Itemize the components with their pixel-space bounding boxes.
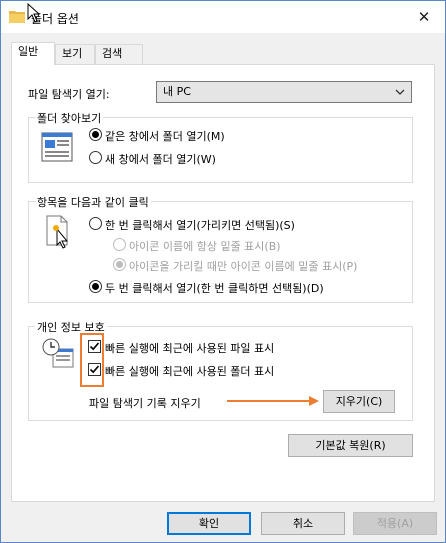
open-explorer-value: 내 PC <box>163 85 191 98</box>
annotation-arrow-icon <box>227 396 319 406</box>
folder-options-window: 폴더 옵션 ✕ 일반 보기 검색 파일 탐색기 열기: 내 PC 폴더 찾아보기 <box>0 0 446 543</box>
click-items-title: 항목을 다음과 같이 클릭 <box>35 194 151 210</box>
title-bar[interactable]: 폴더 옵션 ✕ <box>1 1 445 33</box>
underline-always-radio[interactable] <box>113 238 126 251</box>
browse-folders-group <box>28 117 413 183</box>
apply-button[interactable]: 적용(A) <box>353 512 437 535</box>
browse-folders-title: 폴더 찾아보기 <box>35 110 104 126</box>
recent-files-label: 빠른 실행에 최근에 사용된 파일 표시 <box>105 342 275 355</box>
checkbox-highlight-annotation <box>80 333 104 387</box>
underline-hover-label: 아이콘을 가리킬 때만 아이콘 이름에 밑줄 표시(P) <box>129 260 358 273</box>
open-explorer-label: 파일 탐색기 열기: <box>28 88 110 101</box>
new-window-radio[interactable] <box>89 151 102 164</box>
tab-search[interactable]: 검색 <box>95 44 143 64</box>
new-window-label: 새 창에서 폴더 열기(W) <box>105 153 216 166</box>
clear-history-button[interactable]: 지우기(C) <box>323 390 395 413</box>
click-pointer-icon <box>46 215 69 249</box>
chevron-down-icon <box>395 89 405 95</box>
same-window-radio[interactable] <box>89 128 102 141</box>
close-icon: ✕ <box>417 8 431 26</box>
close-button[interactable]: ✕ <box>409 5 439 29</box>
double-click-label: 두 번 클릭해서 열기(한 번 클릭하면 선택됨)(D) <box>105 282 324 295</box>
double-click-radio[interactable] <box>89 280 102 293</box>
restore-defaults-button[interactable]: 기본값 복원(R) <box>288 434 413 457</box>
open-explorer-dropdown[interactable]: 내 PC <box>156 81 412 103</box>
single-click-label: 한 번 클릭해서 열기(가리키면 선택됨)(S) <box>105 219 295 232</box>
underline-hover-radio[interactable] <box>113 258 126 271</box>
tab-general[interactable]: 일반 <box>11 42 55 65</box>
recent-folders-label: 빠른 실행에 최근에 사용된 폴더 표시 <box>105 365 275 378</box>
ok-button[interactable]: 확인 <box>167 512 251 535</box>
privacy-clock-icon <box>42 338 74 368</box>
clear-history-label: 파일 탐색기 기록 지우기 <box>89 397 201 410</box>
folder-icon <box>9 11 25 23</box>
tab-view[interactable]: 보기 <box>55 44 95 64</box>
cancel-button[interactable]: 취소 <box>261 512 345 535</box>
mouse-cursor-icon <box>27 3 41 23</box>
same-window-label: 같은 창에서 폴더 열기(M) <box>105 130 225 143</box>
underline-always-label: 아이콘 이름에 항상 밑줄 표시(B) <box>129 240 281 253</box>
same-window-icon <box>41 132 73 162</box>
single-click-radio[interactable] <box>89 217 102 230</box>
